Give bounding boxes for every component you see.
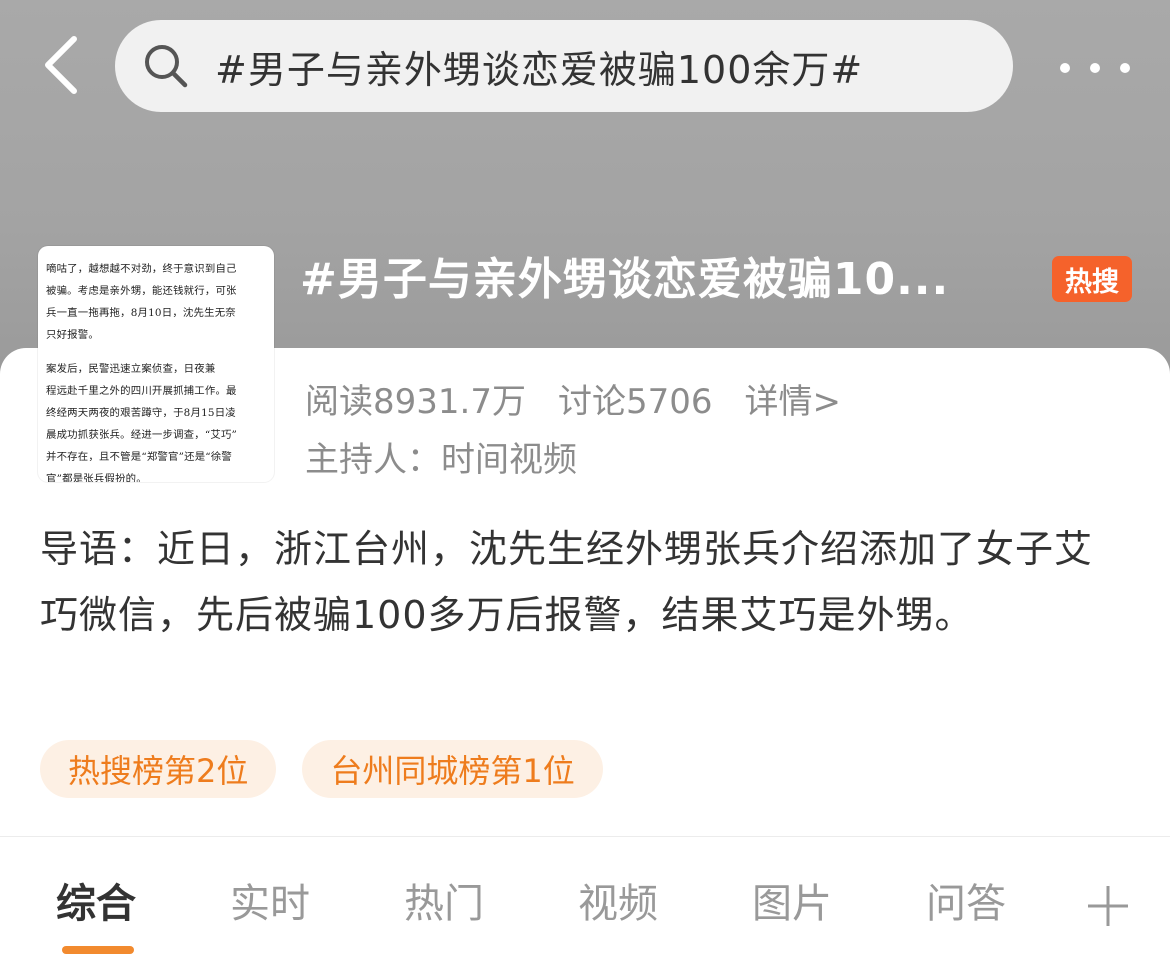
tab-comprehensive[interactable]: 综合 [56,872,136,936]
add-tab-button[interactable] [1086,884,1130,928]
search-icon [143,43,189,89]
tag-hot-search-rank[interactable]: 热搜榜第2位 [40,740,277,798]
search-bar[interactable]: #男子与亲外甥谈恋爱被骗100余万# [115,20,1013,112]
discussion-count: 讨论5706 [557,381,713,422]
tag-local-rank[interactable]: 台州同城榜第1位 [302,740,603,798]
tab-bar: 综合 实时 热门 视频 图片 问答 [0,872,1170,936]
hot-search-badge: 热搜 [1052,256,1132,302]
detail-link[interactable]: 详情> [745,374,842,423]
tab-images[interactable]: 图片 [752,872,832,936]
tab-hot[interactable]: 热门 [404,872,484,936]
topic-thumbnail[interactable]: 嘀咕了，越想越不对劲，终于意识到自己 被骗。考虑是亲外甥，能还钱就行，可张 兵一… [38,246,274,482]
read-count: 阅读8931.7万 [305,381,526,422]
divider [0,836,1170,837]
ranking-tags: 热搜榜第2位 台州同城榜第1位 [40,740,629,798]
topic-intro: 导语：近日，浙江台州，沈先生经外甥张兵介绍添加了女子艾巧微信，先后被骗100多万… [40,527,1094,637]
topic-title: #男子与亲外甥谈恋爱被骗10... [300,254,950,305]
back-button[interactable] [30,30,90,100]
more-dots-icon [1120,63,1130,73]
tab-video[interactable]: 视频 [578,872,658,936]
thumbnail-text-paragraph: 案发后，民警迅速立案侦查，日夜兼 程远赴千里之外的四川开展抓捕工作。最 终经两天… [46,363,238,482]
topic-host: 主持人：时间视频 [305,440,577,480]
back-arrow-icon [45,36,77,94]
tab-realtime[interactable]: 实时 [230,872,310,936]
more-options-button[interactable] [1060,40,1130,96]
search-query-text: #男子与亲外甥谈恋爱被骗100余万# [215,47,864,92]
more-dots-icon [1090,63,1100,73]
plus-icon [1088,886,1128,926]
more-dots-icon [1060,63,1070,73]
thumbnail-text-paragraph: 嘀咕了，越想越不对劲，终于意识到自己 被骗。考虑是亲外甥，能还钱就行，可张 兵一… [46,263,237,341]
tab-qa[interactable]: 问答 [926,872,1006,936]
active-tab-indicator [62,946,134,954]
topic-stats: 阅读8931.7万 讨论5706 详情> [305,370,841,426]
